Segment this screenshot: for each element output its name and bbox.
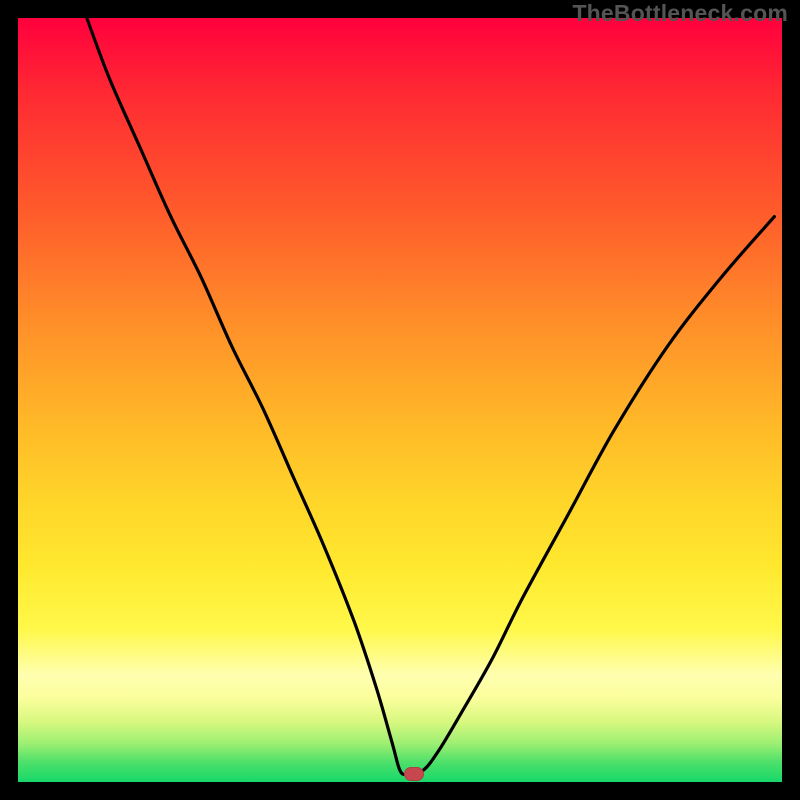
bottleneck-curve (87, 18, 775, 775)
plot-area (18, 18, 782, 782)
chart-frame: TheBottleneck.com (0, 0, 800, 800)
curve-svg (18, 18, 782, 782)
result-marker (404, 767, 424, 781)
